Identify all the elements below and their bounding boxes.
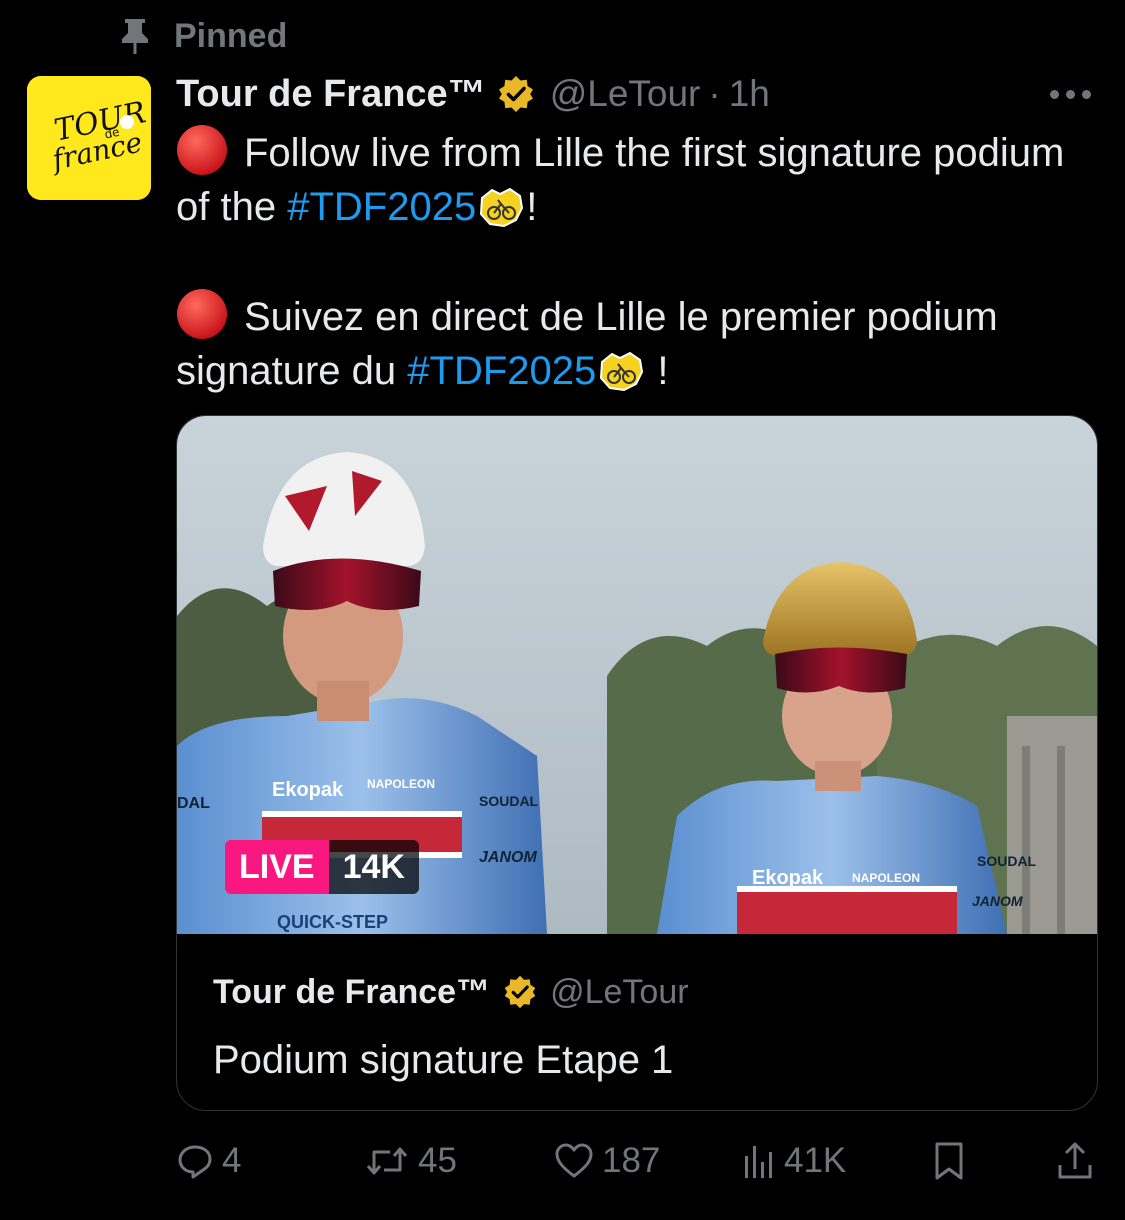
verified-badge-icon (504, 975, 536, 1009)
live-viewer-count: 14K (328, 840, 419, 894)
yellow-jersey-map-icon (600, 351, 644, 392)
share-icon (1058, 1142, 1092, 1179)
like-button[interactable]: 187 (554, 1136, 660, 1186)
jersey-soudal-text: SOUDAL (479, 793, 539, 809)
jersey-ekopak-right-text: Ekopak (752, 867, 824, 889)
more-dot-icon (1066, 89, 1075, 99)
tweet-paragraph-french: Suivez en direct de Lille le premier pod… (176, 288, 1086, 398)
jersey-ekopak-text: Ekopak (272, 779, 344, 801)
reply-icon (178, 1145, 212, 1179)
red-circle-emoji-icon (177, 289, 227, 339)
repost-button[interactable]: 45 (364, 1136, 457, 1186)
separator-dot: · (708, 73, 721, 114)
tweet-text-fr-end: ! (646, 349, 669, 393)
card-footer: Tour de France™ @LeTour Podium signature… (213, 964, 1077, 1083)
more-options-button[interactable] (1046, 82, 1095, 107)
jersey-janom-text: JANOM (479, 849, 537, 866)
avatar[interactable]: TOUR de france (27, 76, 151, 200)
author-handle[interactable]: @LeTour (550, 73, 701, 115)
tweet-paragraph-english: Follow live from Lille the first signatu… (176, 124, 1086, 234)
jersey-janom-right-text: JANOM (972, 893, 1023, 909)
tweet-text: Follow live from Lille the first signatu… (176, 124, 1086, 398)
bookmark-icon (935, 1142, 963, 1180)
live-label: LIVE (225, 840, 329, 894)
jersey-dal-text: DAL (177, 795, 210, 812)
jersey-napoleon-text: NAPOLEON (367, 777, 435, 791)
hashtag-link[interactable]: #TDF2025 (287, 185, 476, 229)
author-name[interactable]: Tour de France™ (176, 73, 486, 116)
card-author-handle: @LeTour (550, 972, 689, 1011)
jersey-quickstep-text: QUICK-STEP (277, 912, 388, 932)
tweet-actions: 4 45 187 41K (176, 1136, 1096, 1186)
tweet-text-en-end: ! (526, 185, 538, 229)
card-author-name: Tour de France™ (213, 972, 491, 1011)
repost-icon (366, 1147, 408, 1175)
views-button[interactable]: 41K (742, 1136, 846, 1186)
tour-de-france-logo: TOUR de france (27, 76, 151, 200)
views-chart-icon (745, 1146, 772, 1178)
live-badge: LIVE 14K (225, 840, 419, 894)
pinned-indicator: Pinned (118, 14, 287, 58)
views-count: 41K (784, 1141, 847, 1180)
heart-icon (555, 1143, 593, 1178)
card-title: Podium signature Etape 1 (213, 1038, 674, 1082)
like-count: 187 (602, 1141, 661, 1180)
repost-count: 45 (418, 1141, 457, 1180)
pin-icon (122, 19, 148, 54)
tweet-timestamp[interactable]: 1h (729, 73, 770, 115)
tweet-container[interactable]: Pinned TOUR de france Tour de France™ @L… (0, 0, 1125, 1220)
hashtag-link[interactable]: #TDF2025 (407, 349, 596, 393)
live-video-card[interactable]: Ekopak NAPOLEON SOUDAL JANOM QUICK-STEP … (176, 415, 1098, 1111)
more-dot-icon (1082, 89, 1091, 99)
yellow-jersey-map-icon (480, 187, 524, 228)
pinned-label: Pinned (174, 16, 288, 55)
share-button[interactable] (1056, 1136, 1094, 1186)
reply-count: 4 (222, 1141, 242, 1180)
jersey-soudal-right-text: SOUDAL (977, 853, 1037, 869)
reply-button[interactable]: 4 (176, 1136, 241, 1186)
card-author-row: Tour de France™ @LeTour (213, 964, 1077, 1020)
bookmark-button[interactable] (932, 1136, 966, 1186)
live-video-thumbnail[interactable]: Ekopak NAPOLEON SOUDAL JANOM QUICK-STEP … (177, 416, 1097, 934)
more-dot-icon (1050, 89, 1059, 99)
verified-badge-icon[interactable] (496, 74, 536, 114)
red-circle-emoji-icon (177, 125, 227, 175)
jersey-napoleon-right-text: NAPOLEON (852, 871, 920, 885)
tweet-header: Tour de France™ @LeTour · 1h (176, 68, 1095, 120)
